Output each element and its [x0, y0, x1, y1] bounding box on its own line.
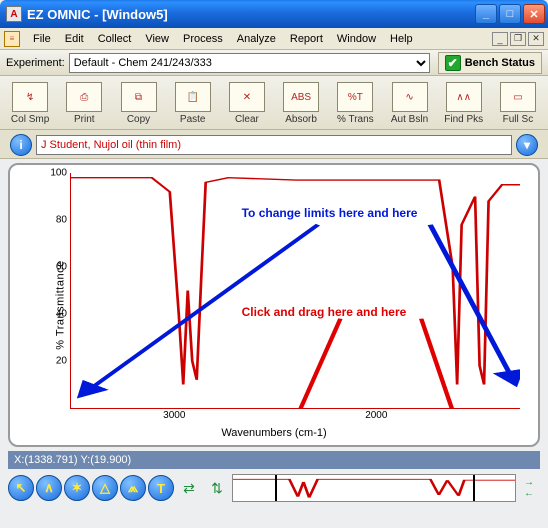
ytick-100: 100 — [50, 168, 67, 179]
app-icon — [6, 6, 22, 22]
horizontal-zoom-icon[interactable]: ⇄ — [176, 477, 202, 499]
tool-autbsln[interactable]: ∿Aut Bsln — [385, 82, 433, 125]
bench-status[interactable]: ✔ Bench Status — [438, 52, 542, 74]
experiment-select[interactable]: Default - Chem 241/243/333 — [69, 53, 430, 73]
scroll-arrows[interactable]: → ← — [518, 478, 540, 499]
info-next-button[interactable]: ▾ — [516, 134, 538, 156]
menu-window[interactable]: Window — [330, 31, 383, 47]
info-row: i ▾ — [0, 130, 548, 159]
window-title: EZ OMNIC - [Window5] — [27, 7, 475, 22]
arrow-left-icon: ← — [518, 489, 540, 499]
tool-col-smp[interactable]: ↯Col Smp — [6, 82, 54, 125]
chart-area[interactable]: 100 80 60 40 20 3000 2000 T — [70, 173, 520, 409]
vertical-zoom-icon[interactable]: ⇅ — [204, 477, 230, 499]
paste-icon: 📋 — [175, 82, 211, 112]
bench-status-label: Bench Status — [465, 57, 535, 69]
menu-analyze[interactable]: Analyze — [230, 31, 283, 47]
check-icon: ✔ — [445, 55, 461, 71]
center-icon-button[interactable]: ✶ — [64, 475, 90, 501]
sample-name-field[interactable] — [36, 135, 512, 155]
menu-edit[interactable]: Edit — [58, 31, 91, 47]
xtick-2000: 2000 — [365, 410, 387, 421]
home-icon-button[interactable]: ↖ — [8, 475, 34, 501]
ytick-20: 20 — [56, 356, 67, 367]
experiment-label: Experiment: — [6, 57, 65, 69]
peak-both-icon-button[interactable]: ⩕ — [120, 475, 146, 501]
arrow-right-icon: → — [518, 478, 540, 488]
mdi-minimize[interactable]: _ — [492, 32, 508, 46]
x-axis-label: Wavenumbers (cm-1) — [10, 427, 538, 439]
tool-copy[interactable]: ⧉Copy — [114, 82, 162, 125]
status-bar: X:(1338.791) Y:(19.900) — [8, 451, 540, 469]
text-tool-icon-button[interactable]: T — [148, 475, 174, 501]
mdi-restore[interactable]: ❐ — [510, 32, 526, 46]
tool-findpks[interactable]: ∧∧Find Pks — [440, 82, 488, 125]
print-icon: ⎙ — [66, 82, 102, 112]
ytick-40: 40 — [56, 309, 67, 320]
findpks-icon: ∧∧ — [446, 82, 482, 112]
expand-icon-button[interactable]: ∧ — [36, 475, 62, 501]
annotation-drag: Click and drag here and here — [242, 305, 407, 319]
clear-icon: ✕ — [229, 82, 265, 112]
maximize-button[interactable]: □ — [499, 4, 521, 24]
chart-panel: % Transmittance Wavenumbers (cm-1) 100 8… — [8, 163, 540, 447]
tool-paste[interactable]: 📋Paste — [169, 82, 217, 125]
peak-up-icon-button[interactable]: △ — [92, 475, 118, 501]
y-axis-label: % Transmittance — [55, 260, 67, 349]
bottom-toolbar: ↖ ∧ ✶ △ ⩕ T ⇄ ⇅ → ← — [8, 473, 540, 503]
ytick-60: 60 — [56, 262, 67, 273]
fullsc-icon: ▭ — [500, 82, 536, 112]
tool-clear[interactable]: ✕Clear — [223, 82, 271, 125]
autbsln-icon: ∿ — [392, 82, 428, 112]
menu-report[interactable]: Report — [283, 31, 330, 47]
info-prev-button[interactable]: i — [10, 134, 32, 156]
menu-view[interactable]: View — [138, 31, 176, 47]
ytick-80: 80 — [56, 215, 67, 226]
doc-icon: ≡ — [4, 31, 20, 47]
menu-collect[interactable]: Collect — [91, 31, 139, 47]
tool-print[interactable]: ⎙Print — [60, 82, 108, 125]
close-button[interactable]: ✕ — [523, 4, 545, 24]
menu-process[interactable]: Process — [176, 31, 230, 47]
annotation-limits: To change limits here and here — [242, 206, 418, 220]
overview-spectrum[interactable] — [232, 474, 516, 502]
menu-file[interactable]: File — [26, 31, 58, 47]
absorb-icon: ABS — [283, 82, 319, 112]
trans-icon: %T — [337, 82, 373, 112]
copy-icon: ⧉ — [121, 82, 157, 112]
title-bar: EZ OMNIC - [Window5] _ □ ✕ — [0, 0, 548, 28]
menu-bar: ≡ File Edit Collect View Process Analyze… — [0, 28, 548, 50]
cursor-coords: X:(1338.791) Y:(19.900) — [14, 454, 131, 466]
xtick-3000: 3000 — [163, 410, 185, 421]
col-smp-icon: ↯ — [12, 82, 48, 112]
tool-fullsc[interactable]: ▭Full Sc — [494, 82, 542, 125]
mdi-close[interactable]: ✕ — [528, 32, 544, 46]
tool-absorb[interactable]: ABSAbsorb — [277, 82, 325, 125]
minimize-button[interactable]: _ — [475, 4, 497, 24]
experiment-row: Experiment: Default - Chem 241/243/333 ✔… — [0, 50, 548, 76]
menu-help[interactable]: Help — [383, 31, 420, 47]
tool-trans[interactable]: %T% Trans — [331, 82, 379, 125]
toolbar: ↯Col Smp ⎙Print ⧉Copy 📋Paste ✕Clear ABSA… — [0, 76, 548, 130]
